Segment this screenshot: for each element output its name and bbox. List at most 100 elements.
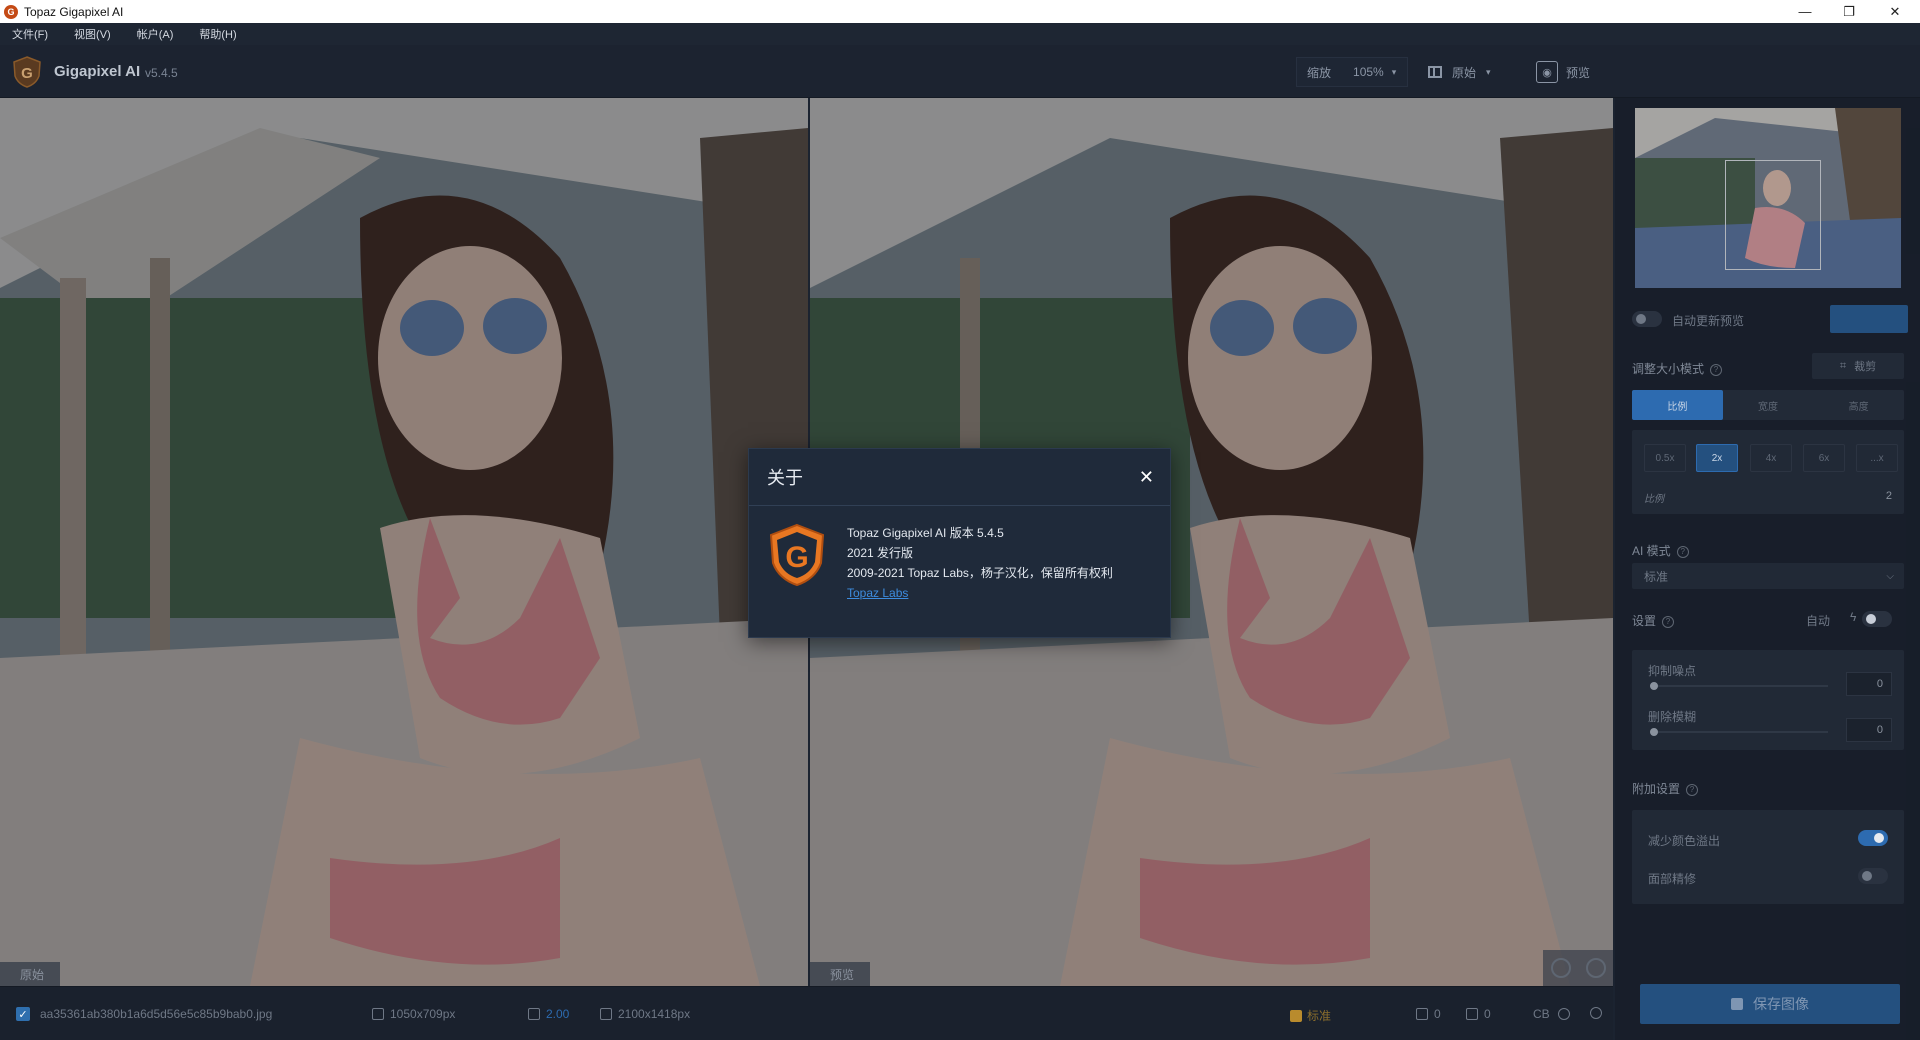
chevron-down-icon: ▾ xyxy=(1486,66,1491,77)
scale-value: 2.00 xyxy=(546,1007,570,1021)
face-refine-toggle[interactable] xyxy=(1858,868,1888,884)
tab-scale[interactable]: 比例 xyxy=(1632,390,1723,420)
status-bar: ✓ aa35361ab380b1a6d5d56e5c85b9bab0.jpg 1… xyxy=(0,986,1613,1040)
compare-overlay-icon[interactable] xyxy=(1585,958,1606,978)
navigator-thumbnail[interactable] xyxy=(1635,108,1901,288)
settings-label: 设置 xyxy=(1632,614,1657,628)
auto-update-toggle[interactable] xyxy=(1632,311,1662,327)
toggle-knob xyxy=(1874,833,1884,843)
eye-icon: ◉ xyxy=(1536,61,1558,83)
help-icon[interactable]: ? xyxy=(1676,545,1689,558)
menu-help[interactable]: 帮助(H) xyxy=(199,26,236,42)
lightning-icon: ϟ xyxy=(1850,610,1857,624)
zoom-value: 105% xyxy=(1353,65,1384,79)
noise-icon xyxy=(1416,1008,1428,1020)
remove-file-button[interactable] xyxy=(1590,1007,1608,1019)
scale-field-value[interactable]: 2 xyxy=(1886,490,1892,502)
resize-mode-tabs: 比例 宽度 高度 xyxy=(1632,390,1904,420)
about-copyright-line: 2009-2021 Topaz Labs，杨子汉化，保留所有权利 xyxy=(847,566,1113,580)
model-indicator: 标准 xyxy=(1290,1007,1331,1024)
zoom-control[interactable]: 缩放 105% ▾ xyxy=(1296,57,1408,87)
tab-height[interactable]: 高度 xyxy=(1813,390,1904,420)
save-image-label: 保存图像 xyxy=(1753,996,1809,1012)
topaz-labs-link[interactable]: Topaz Labs xyxy=(847,583,1113,603)
save-image-button[interactable]: 保存图像 xyxy=(1640,984,1900,1024)
person-icon xyxy=(1557,1008,1570,1020)
compare-side-icon[interactable] xyxy=(1550,958,1571,978)
original-pane-label: 原始 xyxy=(0,962,60,986)
window-title: Topaz Gigapixel AI xyxy=(24,4,124,19)
toggle-knob xyxy=(1862,871,1872,881)
ai-mode-select[interactable]: 标准 ⌵ xyxy=(1632,563,1904,589)
dim-overlay xyxy=(0,98,808,986)
close-icon[interactable]: ✕ xyxy=(1139,467,1154,488)
view-mode-label: 原始 xyxy=(1452,65,1477,80)
menu-file[interactable]: 文件(F) xyxy=(12,26,48,42)
file-row[interactable]: ✓ aa35361ab380b1a6d5d56e5c85b9bab0.jpg xyxy=(16,1007,272,1021)
help-icon[interactable]: ? xyxy=(1686,783,1699,796)
close-window-button[interactable]: ✕ xyxy=(1872,0,1918,23)
input-size: 1050x709px xyxy=(372,1007,455,1021)
file-name: aa35361ab380b1a6d5d56e5c85b9bab0.jpg xyxy=(40,1007,273,1021)
scale-0.5x-button[interactable]: 0.5x xyxy=(1644,444,1686,472)
scale-field-label: 比例 xyxy=(1644,494,1664,505)
scale-6x-button[interactable]: 6x xyxy=(1803,444,1845,472)
suppress-noise-input[interactable]: 0 xyxy=(1846,672,1892,696)
chevron-down-icon: ▾ xyxy=(1391,66,1397,77)
update-button[interactable] xyxy=(1830,305,1908,333)
preview-pane-label: 预览 xyxy=(810,962,870,986)
about-version-line: Topaz Gigapixel AI 版本 5.4.5 xyxy=(847,526,1004,540)
chevron-down-icon: ⌵ xyxy=(1886,570,1894,582)
svg-text:G: G xyxy=(785,541,808,574)
scale-2x-button[interactable]: 2x xyxy=(1696,444,1738,472)
scale-custom-button[interactable]: ...x xyxy=(1856,444,1898,472)
view-mode-dropdown[interactable]: 原始 ▾ xyxy=(1428,57,1508,87)
blur-count: 0 xyxy=(1466,1007,1491,1021)
reduce-color-bleed-toggle[interactable] xyxy=(1858,830,1888,846)
compare-controls xyxy=(1543,950,1613,986)
model-icon xyxy=(1290,1009,1302,1022)
preview-button[interactable]: ◉ 预览 xyxy=(1536,57,1600,87)
face-refine-label: 面部精修 xyxy=(1648,872,1697,886)
save-disk-icon xyxy=(1731,998,1743,1010)
tab-width[interactable]: 宽度 xyxy=(1723,390,1814,420)
menu-account[interactable]: 帐户(A) xyxy=(137,26,174,42)
resize-mode-label: 调整大小模式 xyxy=(1632,362,1705,376)
noise-count-value: 0 xyxy=(1434,1007,1441,1021)
help-icon[interactable]: ? xyxy=(1662,615,1675,628)
scale-4x-button[interactable]: 4x xyxy=(1750,444,1792,472)
auto-label: 自动 xyxy=(1806,614,1831,628)
scale-card: 0.5x 2x 4x 6x ...x 比例 2 xyxy=(1632,430,1904,514)
help-icon[interactable]: ? xyxy=(1710,363,1723,376)
drop-icon xyxy=(1466,1008,1478,1020)
file-checkbox[interactable]: ✓ xyxy=(16,1007,30,1021)
suppress-noise-slider[interactable] xyxy=(1650,682,1828,690)
window-titlebar: G Topaz Gigapixel AI — ❐ ✕ xyxy=(0,0,1920,23)
slider-thumb[interactable] xyxy=(1650,682,1658,690)
about-dialog-header: 关于 ✕ xyxy=(749,449,1170,506)
cb-label: CB xyxy=(1533,1007,1550,1021)
menu-bar: 文件(F) 视图(V) 帐户(A) 帮助(H) xyxy=(0,23,1920,45)
ai-mode-value: 标准 xyxy=(1644,569,1669,584)
brand-name: Gigapixel AI xyxy=(54,63,141,80)
menu-view[interactable]: 视图(V) xyxy=(74,26,111,42)
auto-settings-toggle[interactable] xyxy=(1862,611,1892,627)
brand-version: v5.4.5 xyxy=(145,66,178,80)
minus-circle-icon xyxy=(1590,1007,1602,1019)
crop-button[interactable]: ⌗ 裁剪 xyxy=(1812,353,1904,379)
gigapixel-logo-icon: G xyxy=(13,56,41,88)
viewport-frame[interactable] xyxy=(1725,160,1821,270)
image-size-icon xyxy=(372,1008,384,1020)
restore-button[interactable]: ❐ xyxy=(1826,0,1872,23)
remove-blur-input[interactable]: 0 xyxy=(1846,718,1892,742)
remove-blur-slider[interactable] xyxy=(1650,728,1828,736)
preview-label: 预览 xyxy=(1566,65,1591,80)
ai-mode-heading: AI 模式? xyxy=(1632,542,1689,559)
settings-heading: 设置? xyxy=(1632,612,1675,629)
original-image-pane[interactable]: 原始 xyxy=(0,98,808,986)
minimize-button[interactable]: — xyxy=(1782,0,1828,23)
slider-thumb[interactable] xyxy=(1650,728,1658,736)
split-view-icon xyxy=(1428,66,1442,78)
app-logo-icon: G xyxy=(4,4,18,19)
suppress-noise-label: 抑制噪点 xyxy=(1648,664,1697,678)
